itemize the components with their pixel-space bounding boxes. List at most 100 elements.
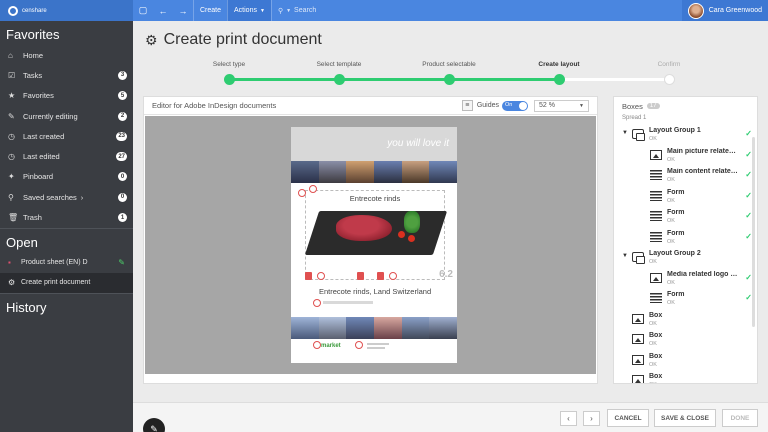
step-dot-create-layout[interactable] xyxy=(554,74,565,85)
city-photo-strip[interactable] xyxy=(291,317,458,339)
box-name: Form xyxy=(667,209,685,216)
expand-arrow-icon[interactable]: ▼ xyxy=(622,130,628,136)
text-box-icon xyxy=(650,231,662,242)
step-dot-select-type[interactable] xyxy=(224,74,235,85)
sidebar-item-pinboard[interactable]: ✦ Pinboard 0 xyxy=(0,167,133,187)
text-placeholder xyxy=(367,343,389,345)
box-list-item[interactable]: Main content related t... OK ✓ xyxy=(614,166,757,187)
box-list-item[interactable]: Form OK ✓ xyxy=(614,207,757,228)
previous-step-button[interactable]: ‹ xyxy=(560,411,577,426)
box-pin-icon[interactable] xyxy=(313,299,321,307)
box-pin-icon[interactable] xyxy=(389,272,397,280)
zoom-select[interactable]: 52 % ▼ xyxy=(534,99,589,112)
lock-icon[interactable] xyxy=(377,272,384,280)
box-pin-icon[interactable] xyxy=(309,185,317,193)
panel-toggle-icon[interactable]: ▢ xyxy=(133,0,153,21)
next-step-button[interactable]: › xyxy=(583,411,600,426)
box-list-item[interactable]: BoxOK xyxy=(614,371,757,383)
boxes-title: Boxes xyxy=(622,101,643,111)
boxes-scrollbar[interactable] xyxy=(752,137,755,327)
save-close-button[interactable]: SAVE & CLOSE xyxy=(654,409,716,427)
product-subtitle: Entrecote rinds, Land Switzerland xyxy=(319,287,432,296)
sidebar-item-label: Pinboard xyxy=(23,172,54,182)
search-placeholder: Search xyxy=(294,7,317,14)
box-list-item[interactable]: Main picture related i... OK ✓ xyxy=(614,146,757,167)
sidebar-item-label: Trash xyxy=(23,213,42,223)
actions-menu-button[interactable]: Actions ▼ xyxy=(227,0,271,21)
step-remaining-line xyxy=(559,78,669,81)
step-label: Select template xyxy=(316,61,362,68)
sidebar-item-last-edited[interactable]: ◷ Last edited 27 xyxy=(0,146,133,166)
box-status: OK xyxy=(667,300,675,306)
sidebar-item-currently-editing[interactable]: ✎ Currently editing 2 xyxy=(0,106,133,126)
zoom-value: 52 % xyxy=(539,102,555,109)
clock-icon: ◷ xyxy=(8,131,15,141)
box-pin-icon[interactable] xyxy=(313,341,321,349)
box-name: Media related logo im... xyxy=(667,270,739,278)
cancel-button[interactable]: CANCEL xyxy=(607,409,649,427)
tomato-image xyxy=(408,235,415,242)
sidebar-item-tasks[interactable]: ☑ Tasks 3 xyxy=(0,65,133,85)
sidebar-item-label: Last edited xyxy=(23,152,60,162)
app-logo[interactable]: censhare xyxy=(0,0,133,21)
guides-toggle[interactable]: On xyxy=(502,100,528,111)
avatar xyxy=(687,2,704,19)
sidebar-item-last-created[interactable]: ◷ Last created 23 xyxy=(0,126,133,146)
step-dot-confirm[interactable] xyxy=(664,74,675,85)
text-box-icon xyxy=(650,190,662,201)
toggle-state-label: On xyxy=(505,101,513,108)
chevron-down-icon: ▼ xyxy=(579,102,584,109)
lock-icon[interactable] xyxy=(357,272,364,280)
editor-title: Editor for Adobe InDesign documents xyxy=(152,101,277,110)
sidebar-item-trash[interactable]: 🗑 Trash 1 xyxy=(0,207,133,227)
box-list-item[interactable]: BoxOK xyxy=(614,330,757,351)
sidebar-item-saved-searches[interactable]: ⚲ Saved searches › 0 xyxy=(0,187,133,207)
indesign-editor-panel: Editor for Adobe InDesign documents ≡ Gu… xyxy=(143,96,598,384)
box-list-item[interactable]: ▼ Layout Group 2 OK xyxy=(614,248,757,269)
expand-arrow-icon[interactable]: ▼ xyxy=(622,253,628,259)
user-menu[interactable]: Cara Greenwood xyxy=(681,0,768,21)
open-item-product-sheet[interactable]: ▪ Product sheet (EN) D ✎ xyxy=(0,253,133,273)
open-item-create-print-document[interactable]: ⚙ Create print document xyxy=(0,272,133,293)
box-list-item[interactable]: BoxOK xyxy=(614,351,757,372)
box-list-item[interactable]: BoxOK xyxy=(614,310,757,331)
assistant-fab-icon[interactable]: ✎ xyxy=(143,418,165,432)
logo-mark-icon xyxy=(8,5,18,16)
step-dot-product-selectable[interactable] xyxy=(444,74,455,85)
sidebar-item-favorites[interactable]: ★ Favorites 5 xyxy=(0,86,133,106)
chevron-down-icon: ▼ xyxy=(259,7,265,14)
box-list-item[interactable]: Form OK ✓ xyxy=(614,228,757,249)
sidebar-item-home[interactable]: ⌂ Home xyxy=(0,45,133,65)
box-pin-icon[interactable] xyxy=(317,272,325,280)
layout-canvas[interactable]: you will love it Entrecote rinds 6.2 Ent… xyxy=(145,116,596,374)
box-pin-icon[interactable] xyxy=(355,341,363,349)
box-list-item[interactable]: Media related logo im... OK ✓ xyxy=(614,269,757,290)
clock-icon: ◷ xyxy=(8,152,15,162)
step-dot-select-template[interactable] xyxy=(334,74,345,85)
forward-arrow-icon[interactable]: → xyxy=(173,0,193,21)
check-icon: ✓ xyxy=(745,231,752,241)
box-list-item[interactable]: ▼ Layout Group 1 OK ✓ xyxy=(614,125,757,146)
layout-group-icon xyxy=(632,129,645,141)
city-photo-strip[interactable] xyxy=(291,161,458,183)
history-heading[interactable]: History xyxy=(0,294,133,318)
tomato-image xyxy=(398,231,405,238)
lock-icon[interactable] xyxy=(305,272,312,280)
done-button[interactable]: DONE xyxy=(722,409,758,427)
chevron-down-icon: ▼ xyxy=(286,7,292,14)
box-status: OK xyxy=(667,218,675,224)
box-list-item[interactable]: Form OK ✓ xyxy=(614,187,757,208)
check-icon: ✓ xyxy=(745,170,752,179)
box-pin-icon[interactable] xyxy=(298,189,306,197)
box-status: OK xyxy=(649,320,657,327)
count-badge: 0 xyxy=(118,172,127,182)
back-arrow-icon[interactable]: ← xyxy=(153,0,173,21)
product-icon: ▪ xyxy=(8,258,11,268)
main-picture-frame[interactable]: Entrecote rinds xyxy=(298,189,448,280)
image-box-icon xyxy=(650,149,662,160)
document-icon[interactable]: ≡ xyxy=(461,100,473,111)
search-field[interactable]: ⚲ ▼ Search xyxy=(270,0,322,21)
sidebar-item-label: Saved searches xyxy=(23,192,77,202)
create-button[interactable]: Create xyxy=(193,0,227,21)
box-list-item[interactable]: Form OK ✓ xyxy=(614,289,757,310)
